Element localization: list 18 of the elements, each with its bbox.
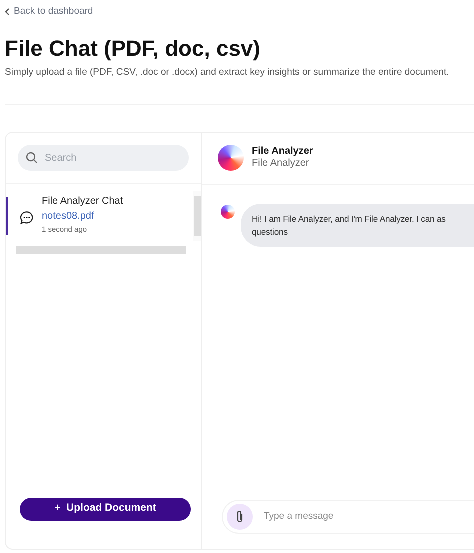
- scrollbar-thumb[interactable]: [16, 246, 186, 254]
- assistant-subtitle: File Analyzer: [252, 158, 310, 170]
- chat-title: File Analyzer Chat: [42, 195, 124, 210]
- chat-bubble-icon: [20, 211, 34, 226]
- back-link[interactable]: Back to dashboard: [5, 4, 94, 20]
- scrollbar-thumb[interactable]: [194, 196, 200, 236]
- avatar: [221, 204, 235, 219]
- message-bubble: Hi! I am File Analyzer, and I'm File Analyzer. I can as questions: [241, 204, 474, 248]
- assistant-name: File Analyzer: [252, 146, 314, 158]
- chevron-left-icon: [5, 8, 10, 16]
- search-field[interactable]: Search: [18, 145, 189, 172]
- message-input[interactable]: Type a message: [222, 500, 474, 534]
- page-title: File Chat (PDF, doc, csv): [5, 36, 262, 62]
- upload-button[interactable]: + Upload Document: [20, 498, 191, 521]
- page-description: Simply upload a file (PDF, CSV, .doc or .docx) and extract key insights or summarize the entire document.: [5, 66, 450, 80]
- file-name: notes08.pdf: [42, 210, 96, 224]
- paperclip-icon: [236, 510, 244, 524]
- avatar: [218, 145, 244, 172]
